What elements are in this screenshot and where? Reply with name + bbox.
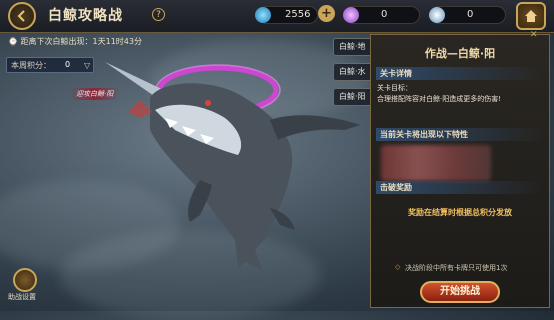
traits-blurred-content <box>381 145 491 181</box>
next-spawn-timer: ⌚ 距离下次白鲸出现：1天11时43分 <box>8 36 142 47</box>
back-arrow-icon <box>17 10 25 22</box>
resource-gem: 2556 <box>255 6 318 24</box>
traits-header: 当前关卡将出现以下特性 <box>376 128 544 141</box>
diamond-icon: ◇ <box>395 263 401 271</box>
start-challenge-button[interactable]: 开始挑战 <box>420 281 500 303</box>
stage-details-header: 关卡详情 <box>376 67 544 80</box>
back-button[interactable] <box>8 2 36 30</box>
panel-title: 作战—白鲸·阳 <box>424 47 496 60</box>
reward-header: 击破奖励 <box>376 181 544 194</box>
tab-whale-water[interactable]: 白鲸·水 <box>333 63 375 81</box>
card-usage-note: 决战阶段中所有卡牌只可使用1次 <box>405 264 508 272</box>
page-title: 白鲸攻略战 <box>48 8 123 24</box>
timer-text: 距离下次白鲸出现：1天11时43分 <box>20 37 142 46</box>
score-value: 0 <box>65 60 71 69</box>
resource-value: 0 <box>467 9 474 20</box>
home-button[interactable] <box>516 2 546 30</box>
tab-whale-earth[interactable]: 白鲸·地 <box>333 38 375 56</box>
battle-info-panel: 作战—白鲸·阳 关卡详情 关卡目标： 合理搭配阵容对白鲸·阳造成更多的伤害! 当… <box>370 34 550 308</box>
assist-icon <box>13 268 37 292</box>
goal-text: 合理搭配阵容对白鲸·阳造成更多的伤害! <box>377 95 502 103</box>
resource-crystal: 0 <box>429 6 506 24</box>
top-bar: 白鲸攻略战 ? 2556 + 0 0 <box>0 0 554 33</box>
boss-name-ribbon: 迎攻白鲸·阳 <box>70 88 120 100</box>
clock-icon: ⌚ <box>8 37 21 46</box>
reward-text: 奖励在结算时根据总积分发放 <box>408 208 512 217</box>
crystal-icon <box>429 7 445 23</box>
assist-label: 助战设置 <box>8 293 36 301</box>
assist-settings-button[interactable]: 助战设置 <box>8 268 42 302</box>
tab-whale-sun[interactable]: 白鲸·阳 <box>333 88 375 106</box>
score-label: 本周积分： <box>11 61 51 70</box>
dropdown-arrow-icon: ▽ <box>84 61 91 70</box>
blue-gem-icon <box>255 7 271 23</box>
resource-orb: 0 <box>343 6 420 24</box>
resource-value: 0 <box>381 9 388 20</box>
home-icon <box>525 10 537 22</box>
help-icon[interactable]: ? <box>152 8 165 21</box>
purple-orb-icon <box>343 7 359 23</box>
close-panel-icon[interactable]: ✕ <box>530 30 538 40</box>
add-gem-button[interactable]: + <box>318 5 335 22</box>
weekly-score-dropdown[interactable]: 本周积分： 0 ▽ <box>6 57 94 73</box>
resource-value: 2556 <box>285 9 311 20</box>
goal-label: 关卡目标： <box>377 84 412 92</box>
